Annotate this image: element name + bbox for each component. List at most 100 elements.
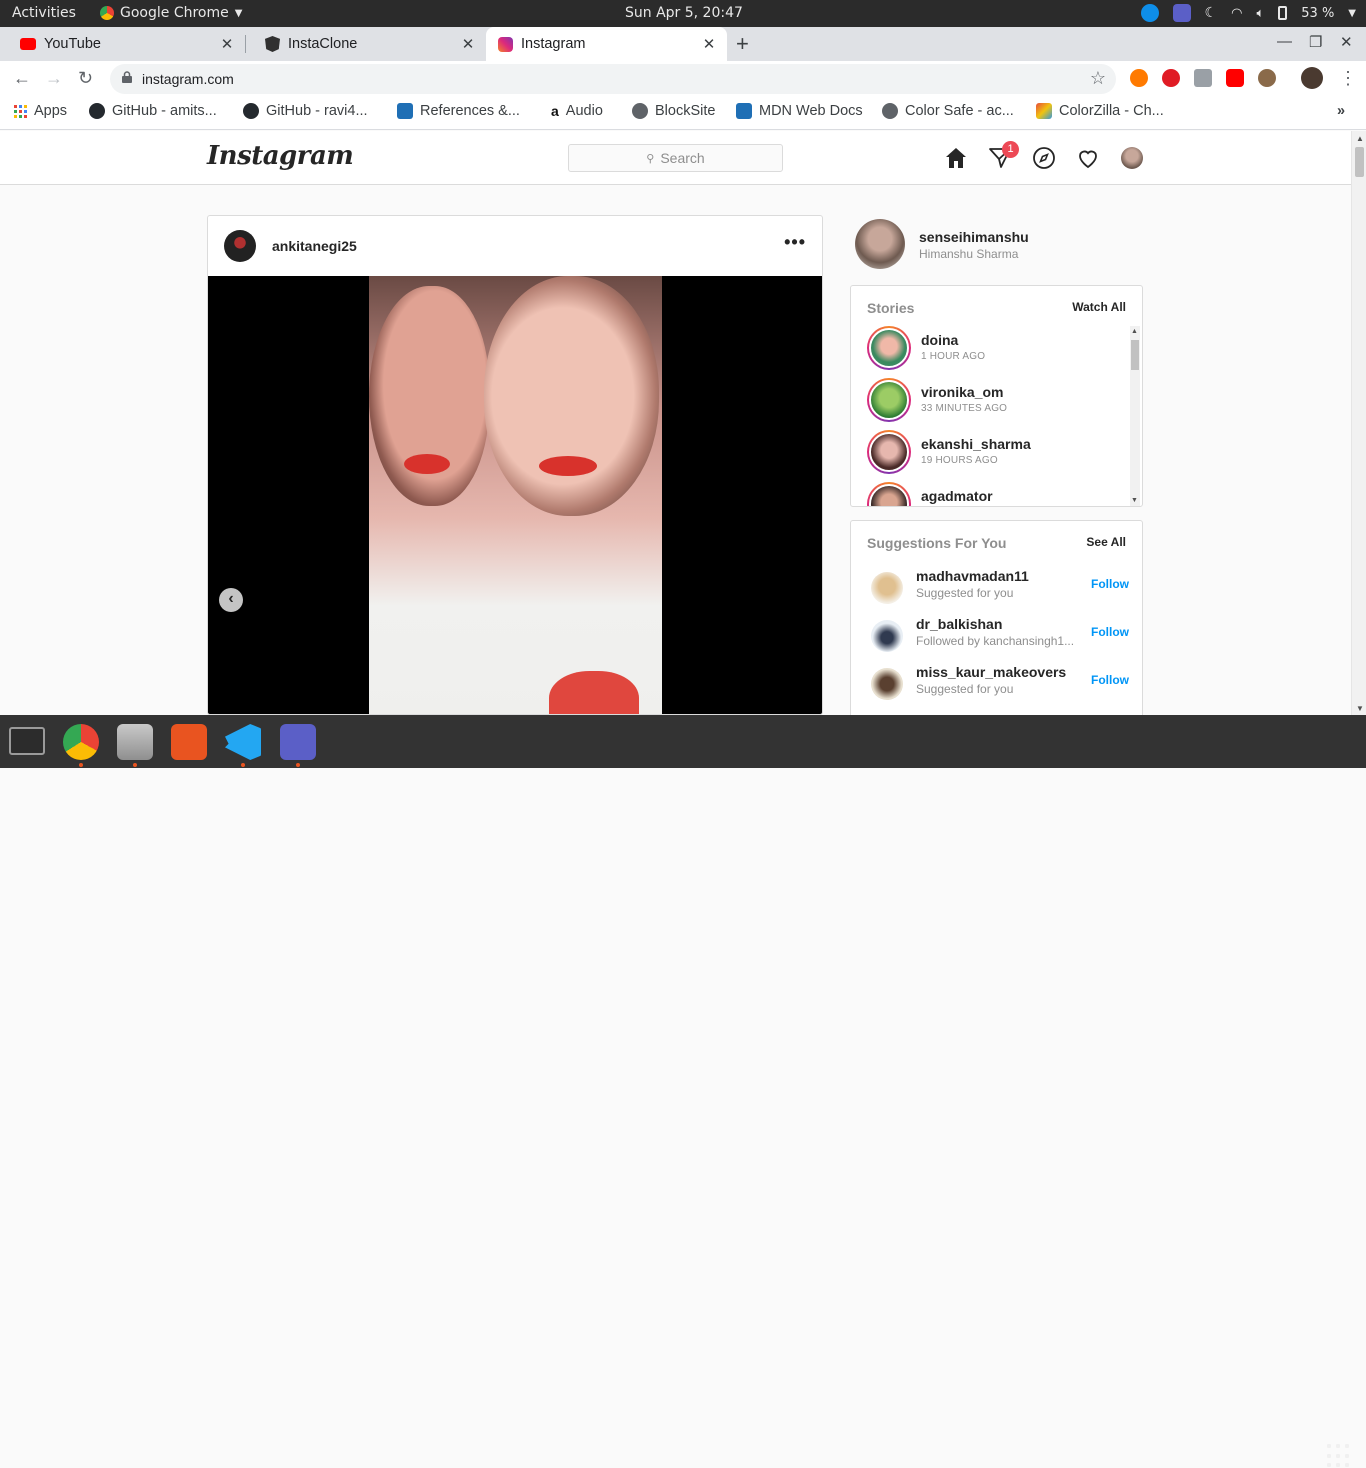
story-username: doina <box>921 332 959 348</box>
chrome-icon[interactable] <box>63 724 99 760</box>
bookmark-mdn[interactable]: MDN Web Docs <box>736 103 863 119</box>
story-avatar <box>867 378 911 422</box>
instagram-header: Instagram ⚲ Search <box>0 131 1351 185</box>
story-item[interactable]: agadmator <box>867 482 1117 506</box>
post-media[interactable]: ‹ <box>208 276 822 714</box>
extension-youtube-icon[interactable] <box>1226 69 1244 87</box>
suggestion-username[interactable]: dr_balkishan <box>916 616 1002 632</box>
post-author-username[interactable]: ankitanegi25 <box>272 238 357 254</box>
vscode-icon[interactable] <box>225 724 261 760</box>
apps-grid-icon <box>14 104 27 118</box>
caret-down-icon[interactable]: ▼ <box>1348 8 1356 19</box>
close-tab-icon[interactable]: ✕ <box>219 35 235 53</box>
files-icon[interactable] <box>117 724 153 760</box>
tab-instagram[interactable]: Instagram ✕ <box>486 27 727 61</box>
scrollbar-thumb[interactable] <box>1131 340 1139 370</box>
scroll-down-icon[interactable]: ▼ <box>1356 704 1364 713</box>
explore-icon[interactable] <box>1032 146 1056 170</box>
bookmark-references[interactable]: References &... <box>397 103 520 119</box>
suggestion-avatar[interactable] <box>871 668 903 700</box>
new-tab-icon[interactable]: + <box>736 31 749 57</box>
story-avatar <box>867 326 911 370</box>
extension-stop-icon[interactable] <box>1162 69 1180 87</box>
teams-icon[interactable] <box>280 724 316 760</box>
close-tab-icon[interactable]: ✕ <box>460 35 476 53</box>
scroll-down-icon[interactable]: ▼ <box>1131 497 1138 504</box>
reload-icon[interactable]: ↻ <box>78 68 93 89</box>
minimize-icon[interactable]: — <box>1277 33 1292 50</box>
system-tray[interactable]: ☾ ◠ 🔈︎ 53 % ▼ <box>1140 4 1356 22</box>
show-applications-icon[interactable] <box>1327 1444 1351 1468</box>
post-photo <box>369 276 662 714</box>
bookmark-colorzilla[interactable]: ColorZilla - Ch... <box>1036 103 1164 119</box>
search-placeholder: Search <box>660 150 705 166</box>
instagram-logo[interactable]: Instagram <box>207 141 354 171</box>
url-text[interactable]: instagram.com <box>142 71 234 87</box>
address-bar[interactable]: instagram.com ☆ <box>110 64 1116 94</box>
chrome-icon <box>100 6 114 20</box>
story-item[interactable]: vironika_om 33 MINUTES AGO <box>867 378 1117 426</box>
photo-face-right <box>484 276 659 516</box>
extension-fire-icon[interactable] <box>1130 69 1148 87</box>
stories-card: Stories Watch All doina 1 HOUR AGO viron… <box>850 285 1143 507</box>
post-author-avatar[interactable] <box>224 230 256 262</box>
story-username: ekanshi_sharma <box>921 436 1031 452</box>
tab-youtube[interactable]: YouTube ✕ <box>0 27 245 61</box>
extension-camera-icon[interactable] <box>1194 69 1212 87</box>
scroll-up-icon[interactable]: ▲ <box>1356 134 1364 143</box>
stories-scrollbar[interactable]: ▲ ▼ <box>1130 326 1140 506</box>
current-user-avatar[interactable] <box>855 219 905 269</box>
software-center-icon[interactable] <box>171 724 207 760</box>
profile-avatar-icon[interactable] <box>1301 67 1323 89</box>
maximize-icon[interactable]: ❐ <box>1309 33 1322 51</box>
page-scrollbar[interactable]: ▲ ▼ <box>1351 131 1366 715</box>
carousel-prev-icon[interactable]: ‹ <box>219 588 243 612</box>
home-icon[interactable] <box>944 146 968 170</box>
clock[interactable]: Sun Apr 5, 20:47 <box>625 5 743 21</box>
instagram-icon <box>498 36 513 52</box>
scrollbar-thumb[interactable] <box>1355 147 1364 177</box>
bookmark-audio[interactable]: a Audio <box>551 103 603 119</box>
suggestion-avatar[interactable] <box>871 620 903 652</box>
search-input[interactable]: ⚲ Search <box>568 144 783 172</box>
bookmark-blocksite[interactable]: BlockSite <box>632 103 715 119</box>
close-window-icon[interactable]: ✕ <box>1340 33 1353 51</box>
heart-icon[interactable] <box>1076 146 1100 170</box>
close-tab-icon[interactable]: ✕ <box>701 35 717 53</box>
teams-icon[interactable] <box>1172 4 1191 22</box>
extension-cookie-icon[interactable] <box>1258 69 1276 87</box>
references-icon <box>397 103 413 119</box>
tab-instaclone[interactable]: InstaClone ✕ <box>245 27 486 61</box>
bookmark-apps[interactable]: Apps <box>14 103 67 119</box>
bookmark-star-icon[interactable]: ☆ <box>1090 68 1106 89</box>
story-item[interactable]: doina 1 HOUR AGO <box>867 326 1117 374</box>
suggestion-username[interactable]: miss_kaur_makeovers <box>916 664 1066 680</box>
stories-title: Stories <box>867 300 915 316</box>
bookmark-github-amits[interactable]: GitHub - amits... <box>89 103 217 119</box>
scroll-up-icon[interactable]: ▲ <box>1131 328 1138 335</box>
system-top-bar: Activities Google Chrome ▼ Sun Apr 5, 20… <box>0 0 1366 27</box>
follow-button[interactable]: Follow <box>1091 577 1129 591</box>
suggestion-reason: Suggested for you <box>916 586 1014 600</box>
activities-button[interactable]: Activities <box>12 5 76 21</box>
more-bookmarks-icon[interactable]: » <box>1337 103 1345 119</box>
terminal-icon[interactable] <box>9 727 45 755</box>
suggestion-avatar[interactable] <box>871 572 903 604</box>
follow-button[interactable]: Follow <box>1091 625 1129 639</box>
suggestion-username[interactable]: madhavmadan11 <box>916 568 1029 584</box>
story-item[interactable]: ekanshi_sharma 19 HOURS AGO <box>867 430 1117 478</box>
more-options-icon[interactable]: ••• <box>784 232 806 253</box>
current-user-username[interactable]: senseihimanshu <box>919 229 1029 245</box>
forward-icon[interactable]: → <box>45 68 63 89</box>
follow-button[interactable]: Follow <box>1091 673 1129 687</box>
back-icon[interactable]: ← <box>13 68 31 89</box>
app-menu[interactable]: Google Chrome ▼ <box>100 5 242 21</box>
chrome-menu-icon[interactable]: ⋮ <box>1339 68 1357 89</box>
bookmark-color-safe[interactable]: Color Safe - ac... <box>882 103 1014 119</box>
profile-avatar[interactable] <box>1121 147 1143 169</box>
teamviewer-icon[interactable] <box>1140 4 1159 22</box>
see-all-link[interactable]: See All <box>1086 535 1126 549</box>
story-time: 1 HOUR AGO <box>921 351 986 362</box>
watch-all-link[interactable]: Watch All <box>1072 300 1126 314</box>
bookmark-github-ravi[interactable]: GitHub - ravi4... <box>243 103 368 119</box>
